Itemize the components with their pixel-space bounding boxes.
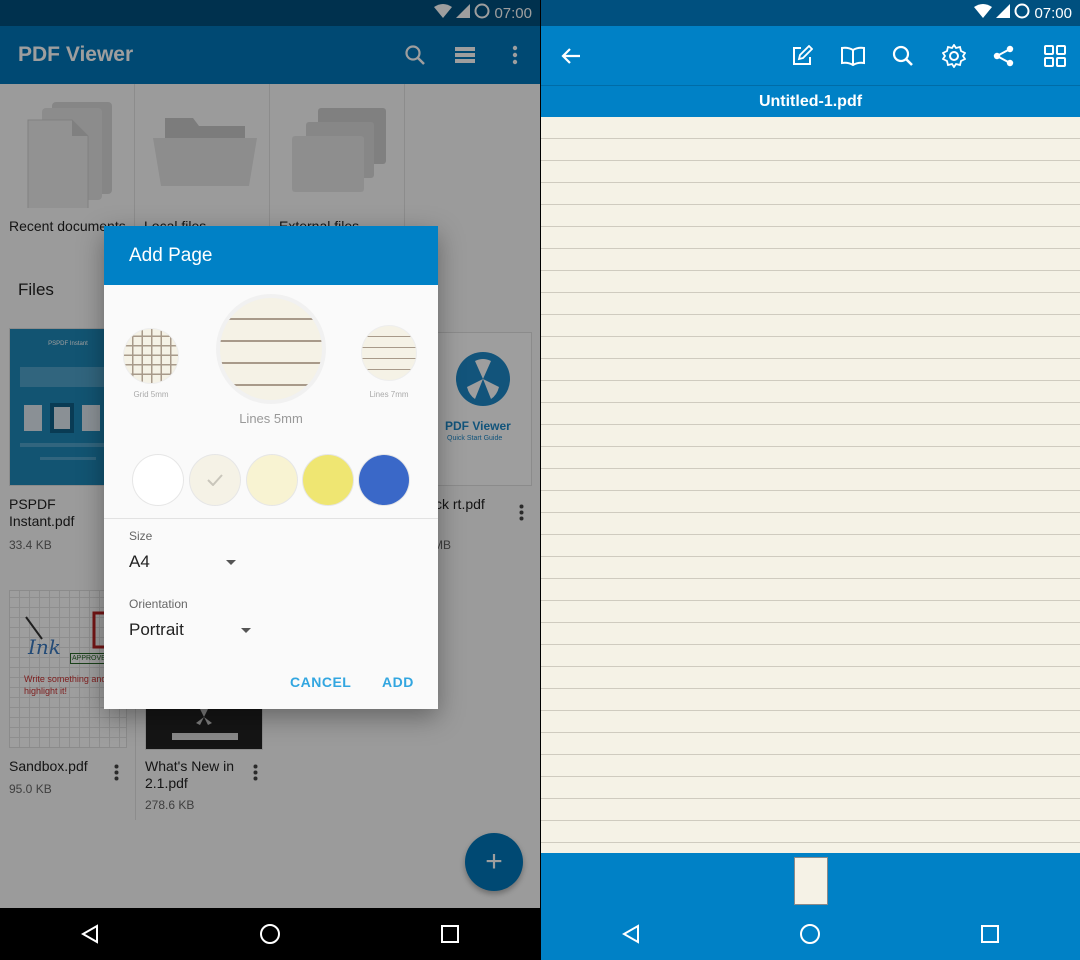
android-nav-bar bbox=[541, 908, 1080, 960]
orientation-dropdown[interactable]: Portrait bbox=[104, 616, 264, 648]
edit-icon[interactable] bbox=[787, 41, 817, 71]
pattern-lines-7mm[interactable] bbox=[362, 326, 416, 380]
android-nav-bar bbox=[0, 908, 540, 960]
divider bbox=[104, 518, 438, 519]
size-dropdown[interactable]: A4 bbox=[104, 548, 254, 580]
pattern-label: Lines 7mm bbox=[369, 390, 409, 399]
status-time: 07:00 bbox=[1034, 4, 1072, 22]
cancel-button[interactable]: CANCEL bbox=[290, 674, 351, 690]
nav-recents-icon[interactable] bbox=[420, 925, 480, 943]
share-icon[interactable] bbox=[989, 41, 1019, 71]
right-screen: 07:00 Untitled-1.pdf bbox=[541, 0, 1080, 960]
color-swatch-yellow[interactable] bbox=[303, 455, 353, 505]
battery-icon bbox=[1014, 3, 1030, 23]
check-icon bbox=[207, 474, 223, 486]
pattern-lines-5mm[interactable] bbox=[220, 298, 322, 400]
orientation-value: Portrait bbox=[129, 620, 184, 639]
color-swatch-cream[interactable] bbox=[247, 455, 297, 505]
settings-icon[interactable] bbox=[939, 41, 969, 71]
color-swatch-white[interactable] bbox=[133, 455, 183, 505]
add-button[interactable]: ADD bbox=[382, 674, 414, 690]
color-swatch-blue[interactable] bbox=[359, 455, 409, 505]
selected-pattern-label: Lines 5mm bbox=[239, 411, 303, 426]
pattern-grid-5mm[interactable] bbox=[124, 329, 178, 383]
dropdown-caret-icon bbox=[241, 628, 251, 633]
size-label: Size bbox=[129, 529, 153, 543]
document-page-lined[interactable] bbox=[541, 117, 1080, 853]
status-bar: 07:00 bbox=[541, 0, 1080, 26]
pattern-label: Grid 5mm bbox=[133, 390, 169, 399]
page-thumbnail[interactable] bbox=[794, 857, 828, 905]
search-icon[interactable] bbox=[888, 41, 918, 71]
wifi-icon bbox=[974, 4, 993, 22]
thumbnail-bar bbox=[541, 853, 1080, 908]
grid-icon[interactable] bbox=[1040, 41, 1070, 71]
orientation-label: Orientation bbox=[129, 597, 188, 611]
nav-back-icon[interactable] bbox=[601, 924, 661, 944]
dropdown-caret-icon bbox=[226, 560, 236, 565]
nav-back-icon[interactable] bbox=[60, 924, 120, 944]
nav-home-icon[interactable] bbox=[780, 923, 840, 945]
document-toolbar bbox=[541, 26, 1080, 85]
left-screen: 07:00 PDF Viewer Recent documents Files … bbox=[0, 0, 540, 960]
add-page-dialog: Add Page Grid 5mm Lines 5mm Lines 7mm Si… bbox=[104, 226, 438, 709]
size-value: A4 bbox=[129, 552, 150, 571]
signal-icon bbox=[996, 4, 1011, 22]
dialog-title: Add Page bbox=[104, 226, 438, 285]
book-icon[interactable] bbox=[838, 41, 868, 71]
color-swatch-off-white[interactable] bbox=[190, 455, 240, 505]
document-title: Untitled-1.pdf bbox=[541, 85, 1080, 117]
nav-home-icon[interactable] bbox=[240, 923, 300, 945]
back-arrow-icon[interactable] bbox=[556, 41, 586, 71]
nav-recents-icon[interactable] bbox=[960, 925, 1020, 943]
